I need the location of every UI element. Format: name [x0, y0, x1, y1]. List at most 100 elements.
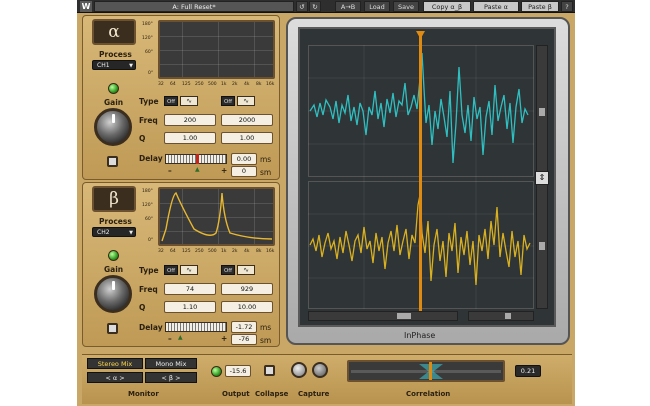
correlation-needle [429, 362, 432, 380]
beta-filter1-off-button[interactable]: Off [164, 265, 178, 275]
beta-delay-slider[interactable] [165, 322, 227, 332]
beta-gain-label: Gain [104, 265, 124, 274]
redo-button[interactable]: ↻ [309, 1, 321, 12]
alpha-active-led[interactable] [108, 83, 119, 94]
alpha-delay-sm-field[interactable]: 0 [231, 166, 257, 177]
copy-button[interactable]: Copy α_β [423, 1, 471, 12]
beta-filter2-shape-button[interactable]: ∿ [237, 265, 255, 275]
beta-freq1-field[interactable]: 74 [164, 283, 216, 295]
beta-type-label: Type [139, 266, 159, 275]
alpha-filter2-off-button[interactable]: Off [221, 96, 235, 106]
beta-phase-display [158, 187, 275, 246]
alpha-delay-label: Delay [139, 154, 163, 163]
beta-process-select[interactable]: CH2 [92, 227, 136, 238]
preset-selector[interactable]: A: Full Reset* [94, 1, 294, 12]
beta-q2-field[interactable]: 10.00 [221, 301, 273, 313]
axis-x-label: 8k [256, 82, 262, 87]
alpha-delay-ms-field[interactable]: 0.00 [231, 153, 257, 165]
horizontal-scrollbar[interactable] [308, 311, 458, 321]
axis-x-label: 8k [256, 249, 262, 254]
axis-x-label: 1k [221, 249, 227, 254]
monitor-label: Monitor [128, 390, 159, 398]
cursor-line[interactable] [419, 35, 422, 321]
alpha-type-label: Type [139, 97, 159, 106]
alpha-freq1-field[interactable]: 200 [164, 114, 216, 126]
capture-hold-button[interactable] [312, 362, 328, 378]
alpha-axis-y-3: 0° [148, 71, 154, 76]
alpha-q-label: Q [139, 134, 146, 143]
collapse-label: Collapse [255, 390, 289, 398]
link-scales-icon[interactable]: ⇕ [535, 171, 549, 185]
alpha-filter1-off-button[interactable]: Off [164, 96, 178, 106]
beta-delay-plus[interactable]: + [221, 334, 227, 343]
beta-axis-y-0: 180° [142, 189, 153, 194]
output-label: Output [222, 390, 250, 398]
alpha-mode-button[interactable]: < α > [87, 372, 143, 383]
paste-beta-button[interactable]: Paste β [521, 1, 559, 12]
load-button[interactable]: Load [364, 1, 390, 12]
beta-q1-field[interactable]: 1.10 [164, 301, 216, 313]
alpha-axis-y-0: 180° [142, 22, 153, 27]
beta-filter1-shape-button[interactable]: ∿ [180, 265, 198, 275]
beta-delay-sm-field[interactable]: -76 [231, 334, 257, 345]
beta-vertical-scrollbar[interactable] [536, 181, 548, 309]
beta-filter2-off-button[interactable]: Off [221, 265, 235, 275]
collapse-button[interactable] [264, 365, 275, 376]
axis-x-label: 16k [266, 82, 275, 87]
cursor-handle-icon[interactable] [416, 31, 425, 39]
alpha-gain-knob[interactable] [94, 108, 132, 146]
scroll-thumb[interactable] [539, 242, 545, 250]
alpha-q2-field[interactable]: 1.00 [221, 132, 273, 144]
alpha-process-select[interactable]: CH1 [92, 60, 136, 71]
axis-x-label: 4k [244, 249, 250, 254]
axis-x-label: 500 [208, 82, 217, 87]
alpha-delay-plus[interactable]: + [221, 166, 227, 175]
alpha-axis-y-2: 60° [145, 50, 153, 55]
beta-active-led[interactable] [108, 250, 119, 261]
axis-x-label: 16k [266, 249, 275, 254]
beta-gain-knob[interactable] [94, 275, 132, 313]
alpha-invert-button[interactable] [107, 156, 118, 167]
ab-toggle-button[interactable]: A→B [335, 1, 361, 12]
help-button[interactable]: ? [561, 1, 573, 12]
mono-mix-button[interactable]: Mono Mix [145, 358, 197, 369]
beta-invert-button[interactable] [107, 323, 118, 334]
waveform-scope: ⇕ [298, 27, 556, 327]
brand-label: InPhase [404, 331, 436, 340]
save-button[interactable]: Save [393, 1, 419, 12]
alpha-process-label: Process [99, 50, 132, 59]
axis-x-label: 2k [232, 249, 238, 254]
alpha-q1-field[interactable]: 1.00 [164, 132, 216, 144]
alpha-filter1-shape-button[interactable]: ∿ [180, 96, 198, 106]
alpha-vertical-scrollbar[interactable] [536, 45, 548, 177]
zoom-thumb[interactable] [505, 313, 511, 319]
beta-freq-label: Freq [139, 285, 158, 294]
axis-x-label: 125 [182, 82, 191, 87]
capture-knob[interactable] [291, 362, 307, 378]
alpha-delay-minus[interactable]: – [168, 166, 172, 175]
output-led[interactable] [211, 366, 222, 377]
beta-freq2-field[interactable]: 929 [221, 283, 273, 295]
axis-x-label: 250 [195, 82, 204, 87]
alpha-symbol: α [92, 19, 136, 45]
preset-name: A: Full Reset* [172, 3, 216, 11]
waves-logo: W [80, 1, 92, 12]
scroll-thumb[interactable] [539, 108, 545, 116]
beta-ms-unit: ms [260, 323, 272, 332]
axis-x-label: 32 [158, 82, 164, 87]
stereo-mix-button[interactable]: Stereo Mix [87, 358, 143, 369]
alpha-filter2-shape-button[interactable]: ∿ [237, 96, 255, 106]
undo-button[interactable]: ↺ [296, 1, 308, 12]
output-value[interactable]: -15.6 [225, 365, 251, 377]
beta-axis-y-3: 0° [148, 238, 154, 243]
beta-mode-button[interactable]: < β > [145, 372, 197, 383]
paste-alpha-button[interactable]: Paste α [473, 1, 519, 12]
axis-x-label: 4k [244, 82, 250, 87]
beta-process-label: Process [99, 217, 132, 226]
beta-delay-ms-field[interactable]: -1.72 [231, 321, 257, 333]
alpha-freq2-field[interactable]: 2000 [221, 114, 273, 126]
correlation-value: 0.21 [515, 365, 541, 377]
beta-delay-minus[interactable]: – [168, 334, 172, 343]
scroll-thumb[interactable] [397, 313, 411, 319]
zoom-slider[interactable] [468, 311, 534, 321]
